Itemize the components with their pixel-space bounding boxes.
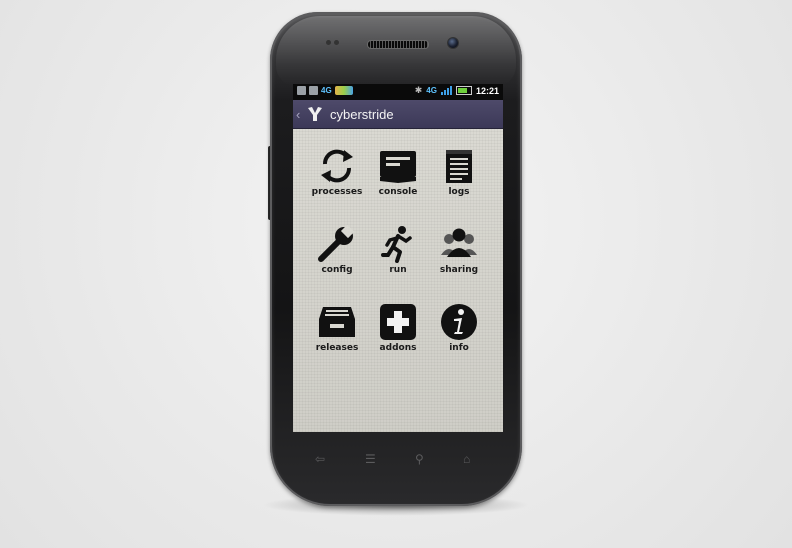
menu-item-config[interactable]: config: [302, 225, 372, 295]
menu-item-run[interactable]: run: [363, 225, 433, 295]
earpiece-speaker: [367, 40, 429, 49]
menu-item-label: info: [449, 343, 469, 353]
console-icon: [380, 151, 416, 183]
light-sensor: [334, 40, 339, 45]
menu-item-label: addons: [379, 343, 417, 353]
network-type: 4G: [321, 86, 332, 95]
menu-item-logs[interactable]: logs: [424, 147, 494, 217]
app-title: cyberstride: [330, 106, 394, 122]
notepad-icon: [446, 150, 472, 183]
menu-item-info[interactable]: info: [424, 303, 494, 373]
menu-item-label: processes: [311, 187, 363, 197]
proximity-sensor: [326, 40, 331, 45]
menu-item-processes[interactable]: processes: [302, 147, 372, 217]
network-type-right: 4G: [426, 86, 437, 95]
search-icon[interactable]: ⚲: [415, 452, 424, 466]
menu-item-label: releases: [315, 343, 359, 353]
menu-item-label: console: [378, 187, 418, 197]
action-bar: ‹ cyberstride: [293, 100, 503, 129]
battery-icon: [455, 86, 472, 95]
wrench-icon: [318, 225, 355, 262]
people-icon: [441, 228, 477, 257]
menu-item-label: run: [389, 265, 407, 275]
rainbow-app-icon: [334, 86, 353, 95]
download-icon: [309, 86, 318, 95]
cyberstride-logo-icon[interactable]: [306, 105, 324, 123]
phone-gloss: [276, 16, 516, 86]
menu-item-label: sharing: [439, 265, 479, 275]
menu-item-addons[interactable]: addons: [363, 303, 433, 373]
refresh-icon: [321, 149, 353, 183]
menu-item-console[interactable]: console: [363, 147, 433, 217]
menu-icon[interactable]: ☰: [365, 452, 376, 466]
menu-item-releases[interactable]: releases: [302, 303, 372, 373]
clock: 12:21: [475, 85, 499, 96]
menu-item-sharing[interactable]: sharing: [424, 225, 494, 295]
up-chevron-icon[interactable]: ‹: [296, 107, 304, 122]
front-camera: [447, 37, 459, 49]
phone-screen: 4G ✱ 4G 12:21 ‹ cyberstride processes co…: [293, 84, 503, 432]
back-icon[interactable]: ⇦: [315, 452, 325, 466]
hardware-nav-bar: ⇦ ☰ ⚲ ⌂: [293, 448, 503, 472]
inbox-tray-icon: [319, 307, 355, 337]
home-icon[interactable]: ⌂: [463, 452, 470, 466]
signal-bars-icon: [440, 86, 452, 95]
status-bar: 4G ✱ 4G 12:21: [293, 84, 503, 100]
info-icon: [441, 304, 477, 340]
running-man-icon: [381, 226, 412, 263]
bluetooth-icon: ✱: [414, 85, 423, 95]
menu-item-label: logs: [448, 187, 470, 197]
menu-item-label: config: [321, 265, 353, 275]
plus-box-icon: [380, 304, 416, 340]
checkbox-icon: [297, 86, 306, 95]
